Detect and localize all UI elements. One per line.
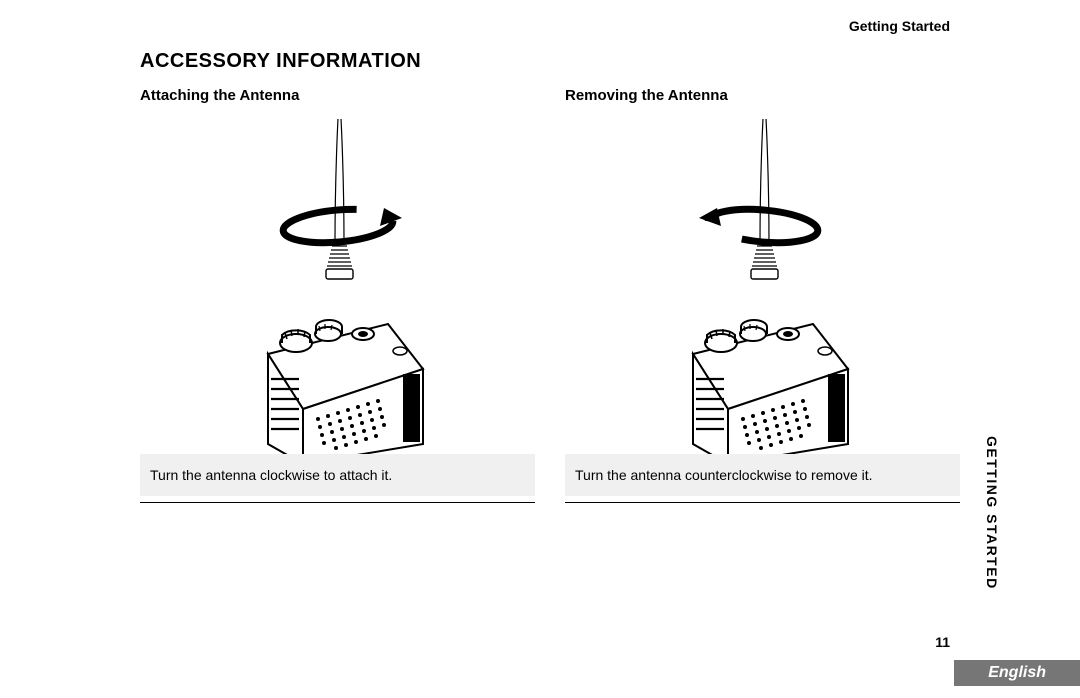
left-sub-heading: Attaching the Antenna: [140, 87, 535, 104]
two-column-layout: Attaching the Antenna: [140, 87, 960, 505]
page-number: 11: [935, 634, 950, 650]
right-column: Removing the Antenna: [565, 87, 960, 505]
attach-antenna-figure: [140, 114, 535, 454]
running-head: Getting Started: [849, 18, 950, 34]
left-caption-text: Turn the antenna clockwise to attach it.: [150, 467, 392, 483]
language-tab: English: [954, 660, 1080, 686]
left-caption: Turn the antenna clockwise to attach it.: [140, 454, 535, 496]
right-caption: Turn the antenna counterclockwise to rem…: [565, 454, 960, 496]
remove-antenna-figure: [565, 114, 960, 454]
right-caption-text: Turn the antenna counterclockwise to rem…: [575, 467, 873, 483]
left-rule: [140, 502, 535, 503]
side-tab: GETTING STARTED: [984, 436, 1000, 590]
radio-remove-illustration: [613, 114, 913, 454]
radio-attach-illustration: [188, 114, 488, 454]
manual-page: Getting Started ACCESSORY INFORMATION At…: [0, 0, 1080, 698]
right-rule: [565, 502, 960, 503]
right-sub-heading: Removing the Antenna: [565, 87, 960, 104]
section-heading: ACCESSORY INFORMATION: [140, 50, 960, 73]
left-column: Attaching the Antenna: [140, 87, 535, 505]
